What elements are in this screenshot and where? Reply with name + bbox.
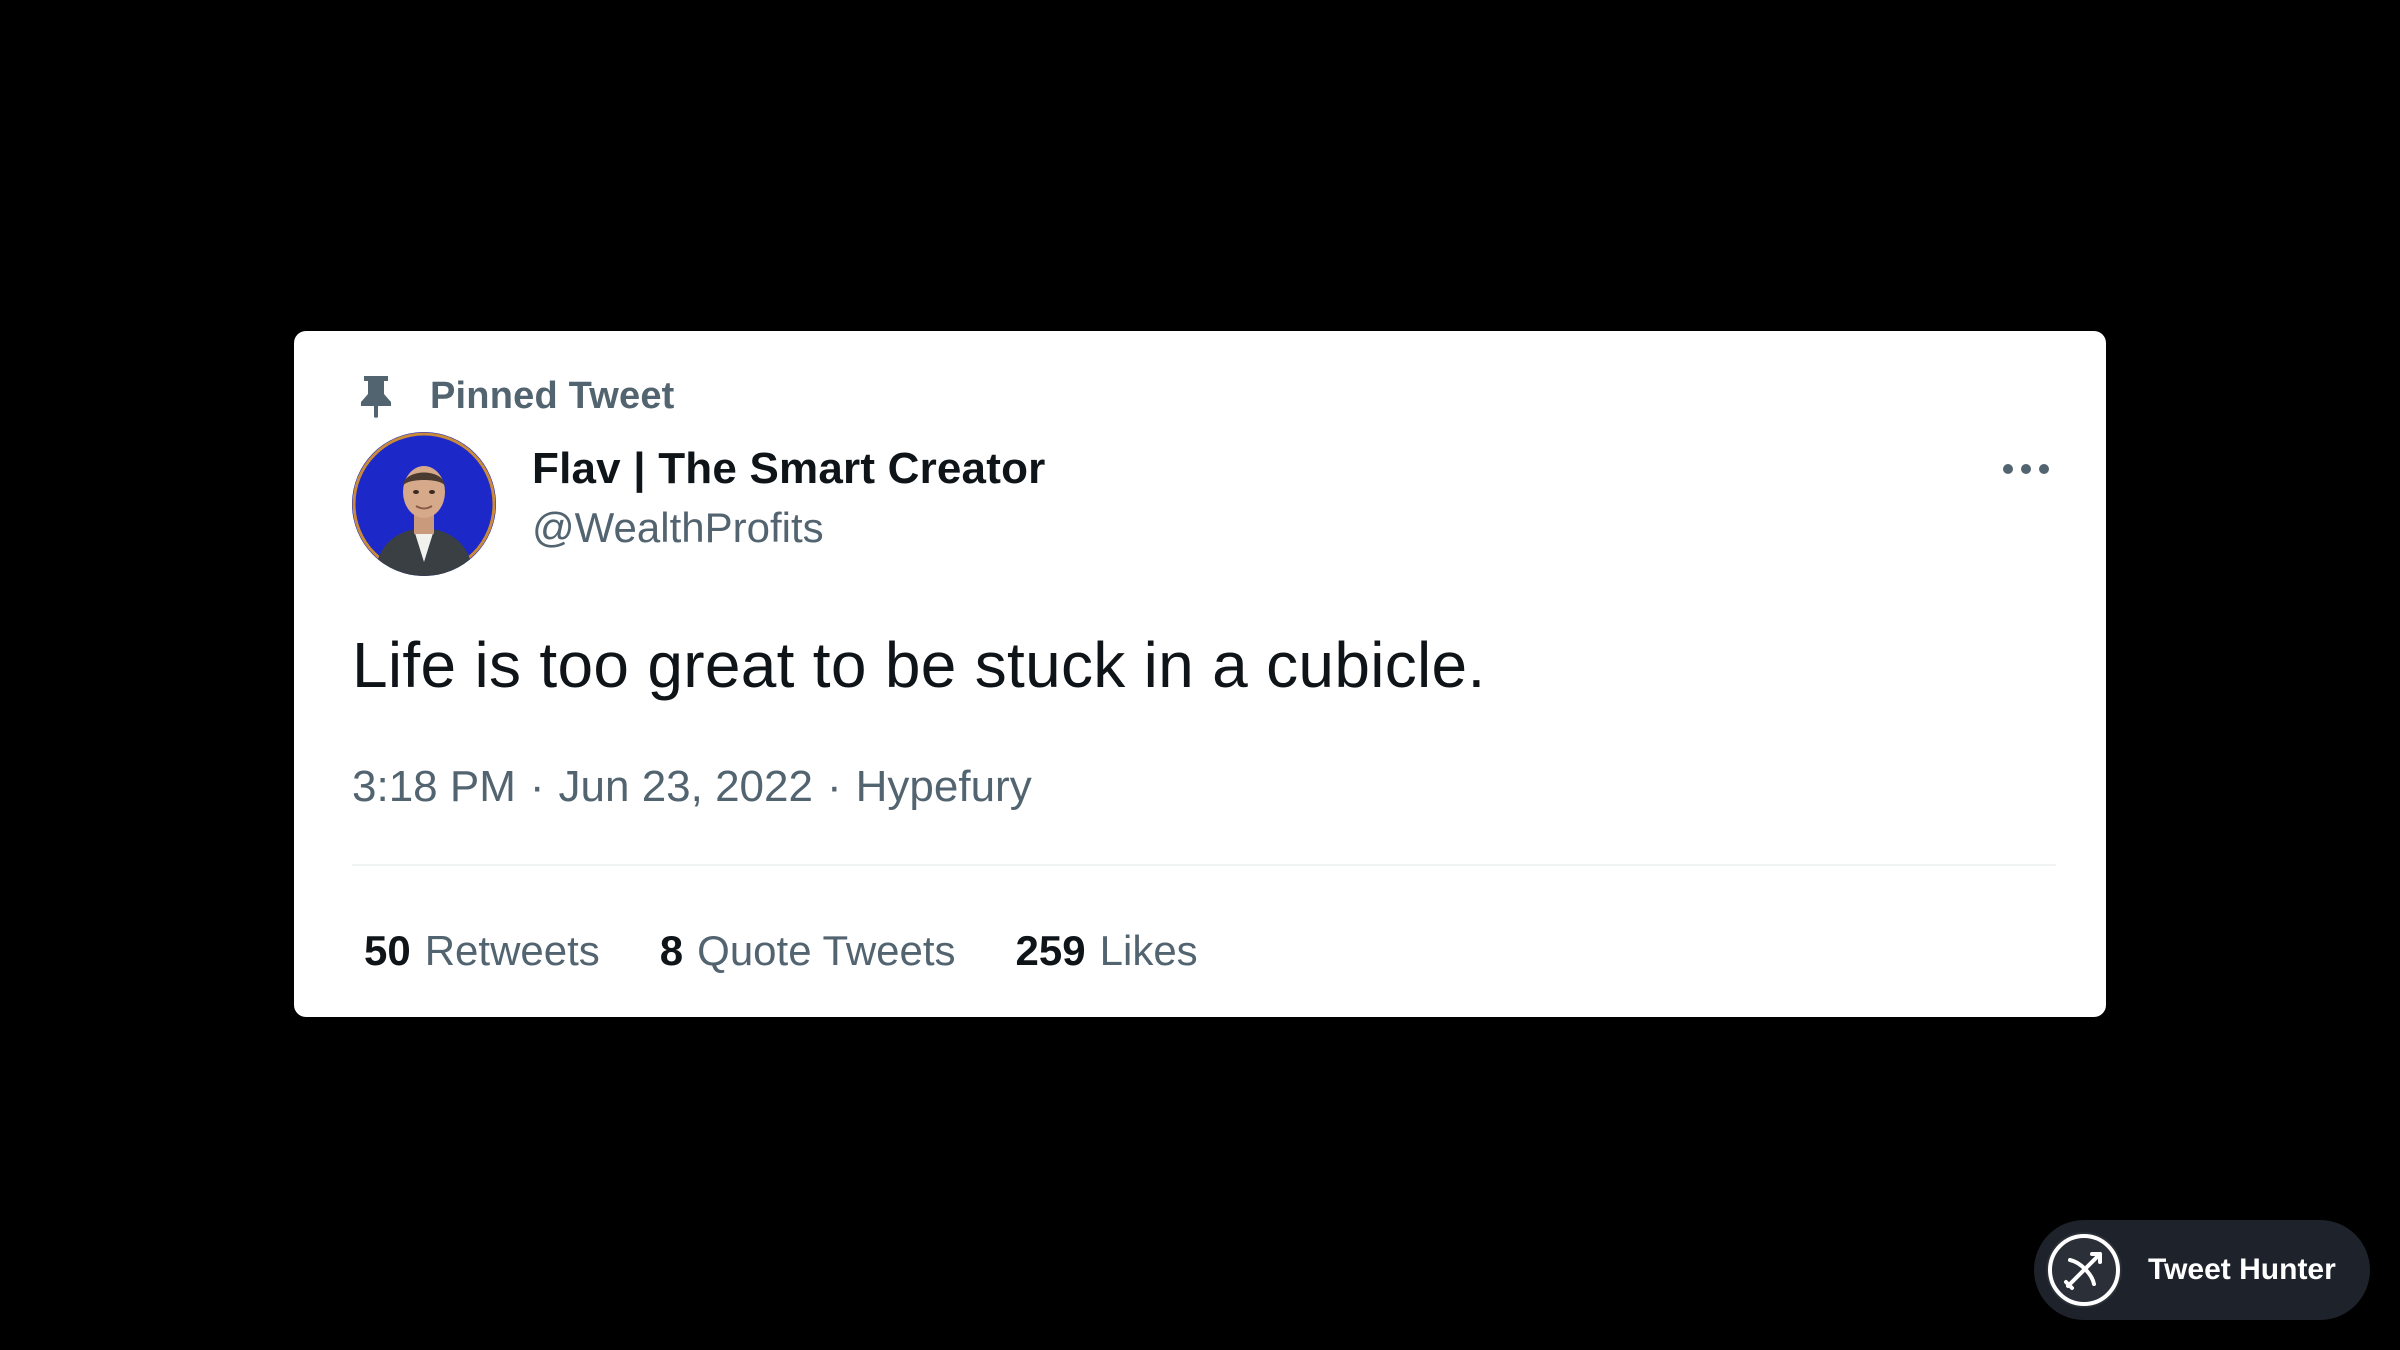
likes-label: Likes [1099, 927, 1198, 974]
pinned-label: Pinned Tweet [430, 374, 675, 417]
meta-separator: · [826, 762, 842, 811]
watermark-label: Tweet Hunter [2148, 1253, 2336, 1286]
more-button[interactable] [1996, 451, 2056, 491]
author-name[interactable]: Flav | The Smart Creator [532, 443, 1046, 495]
tweet-card[interactable]: Pinned Tweet Flav | The Smart Creator @W… [294, 331, 2106, 1017]
author-block[interactable]: Flav | The Smart Creator @WealthProfits [532, 443, 1046, 553]
stage: Pinned Tweet Flav | The Smart Creator @W… [0, 0, 2400, 1350]
divider [352, 864, 2056, 866]
likes-count: 259 [1015, 927, 1086, 974]
author-handle[interactable]: @WealthProfits [532, 503, 1046, 553]
tweet-time[interactable]: 3:18 PM [352, 759, 516, 815]
retweets-stat[interactable]: 50 Retweets [364, 925, 600, 977]
tweet-stats: 50 Retweets 8 Quote Tweets 259 Likes [364, 925, 1258, 977]
retweets-label: Retweets [424, 927, 600, 974]
bow-arrow-icon [2046, 1232, 2122, 1308]
tweet-hunter-watermark[interactable]: Tweet Hunter [2034, 1220, 2370, 1320]
quote-tweets-count: 8 [659, 927, 684, 974]
quote-tweets-stat[interactable]: 8 Quote Tweets [660, 925, 956, 977]
more-horizontal-icon [2002, 462, 2050, 480]
tweet-date[interactable]: Jun 23, 2022 [559, 759, 813, 815]
tweet-text: Life is too great to be stuck in a cubic… [352, 629, 1486, 701]
meta-separator: · [529, 762, 545, 811]
retweets-count: 50 [364, 927, 411, 974]
pin-icon [354, 371, 398, 421]
tweet-metadata: 3:18 PM · Jun 23, 2022 · Hypefury [352, 759, 1032, 815]
pinned-indicator: Pinned Tweet [354, 371, 675, 421]
tweet-source[interactable]: Hypefury [856, 759, 1032, 815]
avatar[interactable] [352, 432, 496, 576]
likes-stat[interactable]: 259 Likes [1016, 925, 1198, 977]
quote-tweets-label: Quote Tweets [697, 927, 956, 974]
